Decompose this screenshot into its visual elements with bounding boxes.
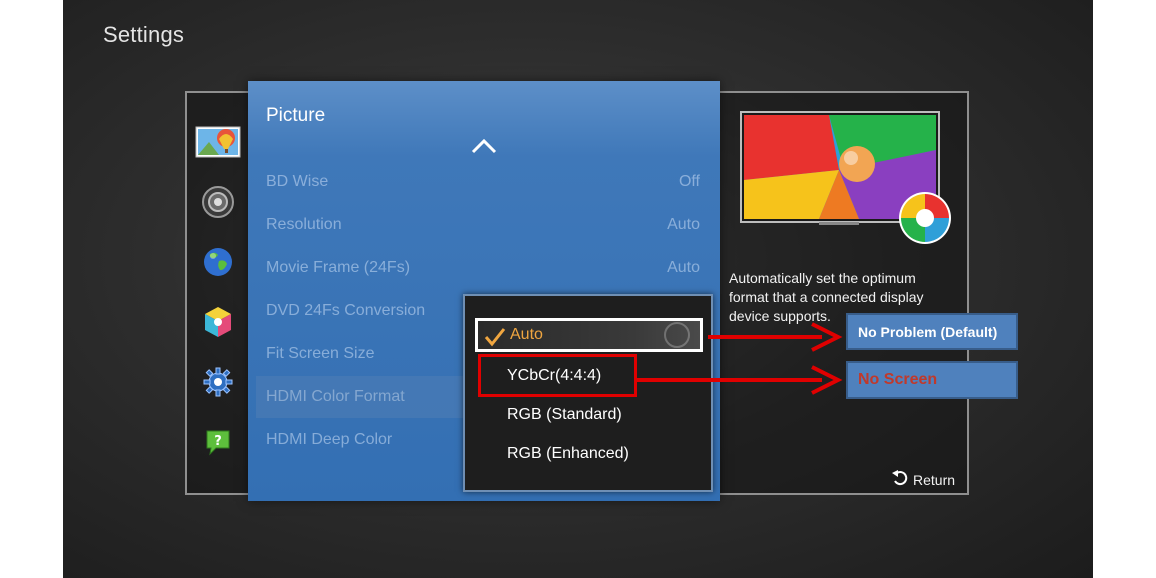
callout-no-problem: No Problem (Default) bbox=[846, 313, 1018, 350]
callout-no-screen: No Screen bbox=[846, 361, 1018, 399]
arrow-to-callout-1 bbox=[708, 322, 843, 352]
annotation-arrows bbox=[637, 322, 843, 395]
arrow-to-callout-2 bbox=[637, 365, 843, 395]
